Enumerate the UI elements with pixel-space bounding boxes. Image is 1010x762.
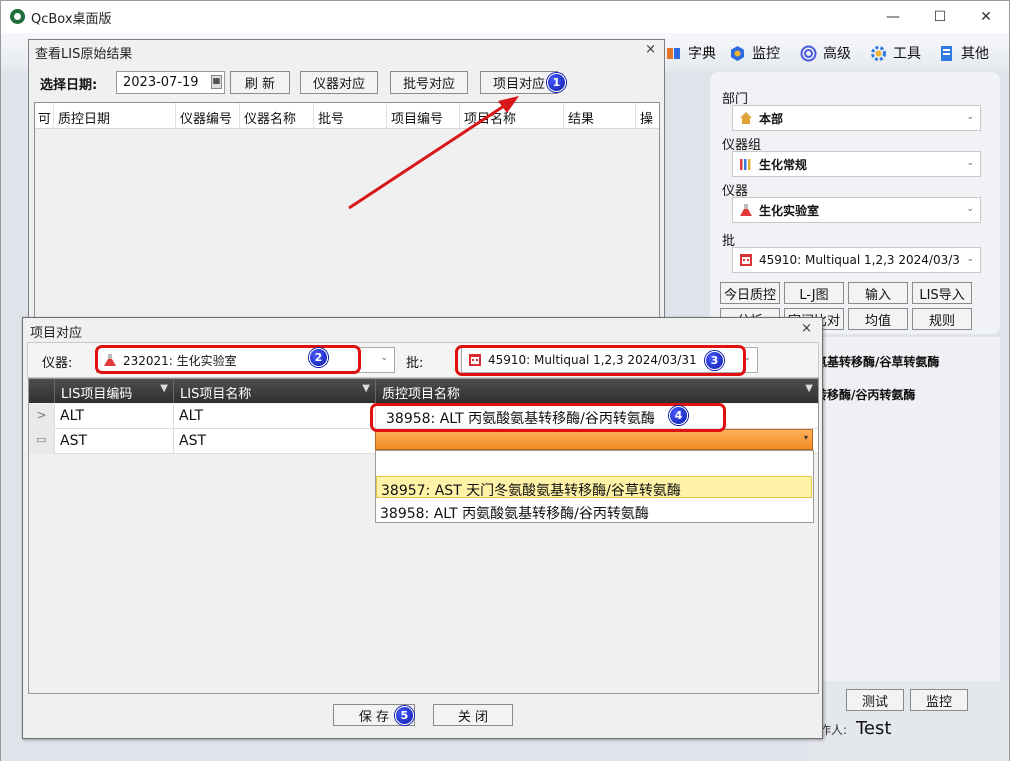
app-window: QcBox桌面版 — ☐ ✕ 字典 监控 高级 工具 其他 部门 本部 ⌄ 仪器组… bbox=[0, 0, 1010, 761]
annotation-badge: 2 bbox=[309, 348, 328, 367]
callout-batch bbox=[455, 345, 746, 376]
annotation-badge: 1 bbox=[547, 73, 566, 92]
annotation-arrow bbox=[348, 96, 519, 210]
annotation-badge: 4 bbox=[669, 406, 688, 425]
annotation-badge: 5 bbox=[395, 706, 414, 725]
annotation-badge: 3 bbox=[705, 351, 724, 370]
